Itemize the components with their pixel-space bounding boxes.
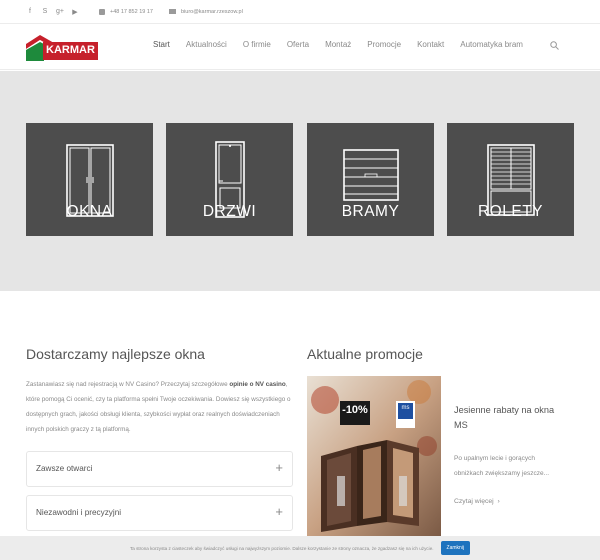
nav-o-firmie[interactable]: O firmie: [243, 40, 271, 49]
promo-photo-icon: [307, 376, 441, 536]
social-links: f S g+ ▶: [26, 8, 79, 16]
youtube-icon[interactable]: ▶: [71, 8, 79, 16]
tile-label: BRAMY: [341, 203, 400, 220]
section-heading-okna: Dostarczamy najlepsze okna: [26, 346, 205, 362]
logo[interactable]: KARMAR: [26, 34, 98, 62]
tile-label: ROLETY: [477, 203, 543, 220]
plus-icon: +: [275, 460, 283, 475]
phone-icon: [99, 8, 105, 15]
tile-bramy[interactable]: BRAMY: [307, 123, 434, 236]
phone-number[interactable]: +48 17 852 19 17: [110, 9, 153, 15]
phone-contact: +48 17 852 19 17: [99, 8, 153, 15]
tile-rolety[interactable]: ROLETY: [447, 123, 574, 236]
para-text: Zastanawiasz się nad rejestracją w NV Ca…: [26, 381, 230, 388]
nav-oferta[interactable]: Oferta: [287, 40, 309, 49]
email-address[interactable]: biuro@karmar.rzeszow.pl: [181, 9, 243, 15]
accordion-item[interactable]: Niezawodni i precyzyjni +: [26, 495, 293, 531]
top-bar: f S g+ ▶ +48 17 852 19 17 biuro@karmar.r…: [0, 0, 600, 24]
promo-text: Po upalnym lecie i gorących obniżkach zw…: [454, 455, 550, 477]
hero-section: OKNA DRZWI BRAMY ROLETY: [0, 71, 600, 291]
ms-logo: ms: [401, 405, 410, 411]
tile-label: OKNA: [66, 203, 113, 220]
cookie-bar: Ta strona korzysta z ciasteczek aby świa…: [0, 536, 600, 560]
opinie-link[interactable]: opinie o NV casino: [229, 381, 285, 388]
para-text: , które pomogą Ci ocenić, czy ta platfor…: [26, 381, 291, 433]
accordion-item[interactable]: Zawsze otwarci +: [26, 451, 293, 487]
nav-aktualnosci[interactable]: Aktualności: [186, 40, 227, 49]
read-more-link[interactable]: Czytaj więcej ›: [454, 498, 500, 505]
read-more-label: Czytaj więcej: [454, 498, 494, 505]
facebook-icon[interactable]: f: [26, 8, 34, 16]
nav-montaz[interactable]: Montaż: [325, 40, 351, 49]
promo-title[interactable]: Jesienne rabaty na okna MS: [454, 403, 564, 433]
discount-badge: -10%: [342, 404, 368, 416]
nav-start[interactable]: Start: [153, 40, 170, 49]
cookie-close-button[interactable]: Zamknij: [440, 541, 471, 555]
chevron-right-icon: ›: [497, 498, 500, 505]
accordion-title: Niezawodni i precyzyjni: [36, 508, 122, 517]
nav-kontakt[interactable]: Kontakt: [417, 40, 444, 49]
tile-drzwi[interactable]: DRZWI: [166, 123, 293, 236]
email-contact: biuro@karmar.rzeszow.pl: [168, 9, 243, 15]
search-icon[interactable]: [550, 41, 559, 50]
site-header: KARMAR Start Aktualności O firmie Oferta…: [0, 24, 600, 70]
nav-promocje[interactable]: Promocje: [367, 40, 401, 49]
nav-automatyka-bram[interactable]: Automatyka bram: [460, 40, 523, 49]
cookie-text: Ta strona korzysta z ciasteczek aby świa…: [129, 545, 434, 551]
logo-text: KARMAR: [44, 44, 97, 56]
promo-image[interactable]: -10% ms: [307, 376, 441, 536]
plus-icon: +: [275, 504, 283, 519]
main-nav: Start Aktualności O firmie Oferta Montaż…: [153, 40, 539, 49]
tile-label: DRZWI: [202, 203, 257, 220]
intro-paragraph: Zastanawiasz się nad rejestracją w NV Ca…: [26, 377, 294, 437]
skype-icon[interactable]: S: [41, 8, 49, 16]
mail-icon: [168, 9, 176, 14]
accordion-title: Zawsze otwarci: [36, 464, 93, 473]
google-plus-icon[interactable]: g+: [56, 8, 64, 16]
section-heading-promocje: Aktualne promocje: [307, 346, 423, 362]
tile-okna[interactable]: OKNA: [26, 123, 153, 236]
